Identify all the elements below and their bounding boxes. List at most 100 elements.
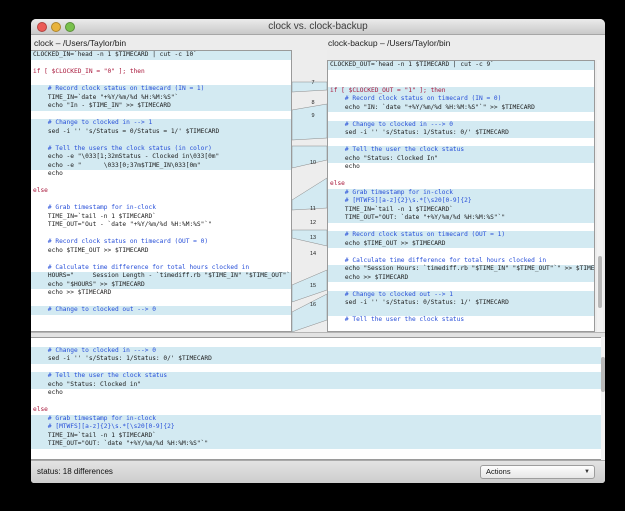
diff-marker[interactable]: 12 <box>302 220 324 227</box>
code-line: # Tell the user the clock status <box>31 372 601 381</box>
right-file-pane[interactable]: CLOCKED_OUT=`head -n 1 $TIMECARD | cut -… <box>327 60 595 332</box>
scrollbar-thumb[interactable] <box>598 256 602 308</box>
code-line: # Grab timestamp for in-clock <box>328 188 594 197</box>
code-line: else <box>33 406 48 413</box>
diff-marker[interactable]: 16 <box>302 302 324 309</box>
code-line: echo $TIME_OUT >> $TIMECARD <box>328 239 594 248</box>
code-line: sed -i '' 's/Status: 1/Status: 0/' $TIME… <box>328 129 594 138</box>
code-line: sed -i '' 's/Status = 0/Status = 1/' $TI… <box>31 127 291 136</box>
code-line: # Change to clocked out --> 1 <box>328 290 594 299</box>
code-line: CLOCKED_IN=`head -n 1 $TIMECARD | cut -c… <box>31 51 291 60</box>
code-line: TIME_IN=`tail -n 1 $TIMECARD` <box>33 212 156 220</box>
right-pane-scrollbar[interactable] <box>597 60 603 332</box>
merge-pane-scrollbar[interactable] <box>601 337 605 460</box>
diff-connector-gutter: 7 8 9 10 11 12 13 14 15 16 <box>292 50 327 332</box>
right-file-path: clock-backup – /Users/Taylor/bin <box>328 38 451 48</box>
left-file-pane[interactable]: CLOCKED_IN=`head -n 1 $TIMECARD | cut -c… <box>31 50 292 332</box>
diff-marker[interactable]: 7 <box>302 80 324 87</box>
title-bar[interactable]: clock vs. clock-backup <box>31 19 605 35</box>
diff-marker[interactable]: 15 <box>302 283 324 290</box>
code-line <box>328 307 594 316</box>
code-line: # Change to clocked in --> 1 <box>31 119 291 128</box>
code-line: echo <box>33 170 63 177</box>
code-line: # [MTWFS][a-z]{2}\s.*[\s20[0-9]{2} <box>328 197 594 206</box>
code-line: # Change to clocked in ---> 0 <box>328 120 594 129</box>
diff-marker[interactable]: 11 <box>302 206 324 213</box>
code-line: echo "IN: `date "+%Y/%m/%d %H:%M:%S"`" >… <box>328 103 594 112</box>
code-line: # Tell the users the clock status (in co… <box>31 144 291 153</box>
code-line: if [ $CLOCKED_IN = "0" ]; then <box>33 68 145 75</box>
code-line: # Tell the user the clock status <box>330 316 465 323</box>
chevron-down-icon: ▼ <box>584 469 590 475</box>
code-line: # Record clock status on timecard (IN = … <box>328 95 594 104</box>
code-line: echo >> $TIMECARD <box>33 289 112 296</box>
code-line: echo "Status: Clocked In" <box>328 154 594 163</box>
actions-popup-button[interactable]: Actions ▼ <box>480 465 595 479</box>
code-line: echo -e " \033[0;37m$TIME_IN\033[0m" <box>31 161 291 170</box>
code-line: TIME_IN=`tail -n 1 $TIMECARD` <box>328 205 594 214</box>
code-line: # Grab timestamp for in-clock <box>31 414 601 423</box>
code-line: # Calculate time difference for total ho… <box>330 256 547 264</box>
diff-marker[interactable]: 8 <box>302 100 324 107</box>
code-line: echo <box>33 389 63 396</box>
code-line: # Calculate time difference for total ho… <box>33 263 250 271</box>
code-line: else <box>330 180 345 187</box>
code-line: TIME_IN=`date "+%Y/%m/%d %H:%M:%S"` <box>31 93 291 102</box>
code-line: echo "Session Hours: `timediff.rb "$TIME… <box>328 265 595 274</box>
code-line: echo >> $TIMECARD <box>328 273 594 282</box>
diff-marker[interactable]: 10 <box>302 160 324 167</box>
left-file-path: clock – /Users/Taylor/bin <box>34 38 127 48</box>
code-line: HOURS=" Session Length - `timediff.rb "$… <box>31 272 292 281</box>
merge-output-pane[interactable]: # Change to clocked in ---> 0 sed -i '' … <box>31 337 601 460</box>
diff-marker[interactable]: 9 <box>302 113 324 120</box>
diff-marker[interactable]: 13 <box>302 235 324 242</box>
code-line: else <box>33 187 48 194</box>
code-line: # [MTWFS][a-z]{2}\s.*[\s20[0-9]{2} <box>31 423 601 432</box>
status-bar: status: 18 differences Actions ▼ <box>31 460 605 483</box>
scrollbar-thumb[interactable] <box>601 357 605 392</box>
filemerge-window: clock vs. clock-backup clock – /Users/Ta… <box>31 19 605 483</box>
code-line: # Change to clocked out --> 0 <box>31 306 291 315</box>
code-line: # Grab timestamp for in-clock <box>33 204 156 211</box>
code-line: TIME_OUT="OUT: `date "+%Y/%m/%d %H:%M:%S… <box>31 440 601 449</box>
code-line: CLOCKED_OUT=`head -n 1 $TIMECARD | cut -… <box>328 61 594 70</box>
path-bar: clock – /Users/Taylor/bin clock-backup –… <box>31 36 605 50</box>
code-line: echo $TIME_OUT >> $TIMECARD <box>33 246 149 254</box>
code-line: # Change to clocked in ---> 0 <box>31 346 601 355</box>
differences-status: status: 18 differences <box>37 467 113 476</box>
code-line: echo "In - $TIME_IN" >> $TIMECARD <box>31 102 291 111</box>
code-line: sed -i '' 's/Status: 0/Status: 1/' $TIME… <box>328 299 594 308</box>
code-line: # Tell the user the clock status <box>328 146 594 155</box>
code-line: TIME_OUT="OUT: `date "+%Y/%m/%d %H:%M:%S… <box>328 214 594 223</box>
code-line <box>31 136 291 145</box>
code-line: # Record clock status on timecard (OUT =… <box>33 238 209 245</box>
code-line: # Record clock status on timecard (IN = … <box>31 85 291 94</box>
actions-label: Actions <box>486 467 511 476</box>
code-line: TIME_IN=`tail -n 1 $TIMECARD` <box>31 431 601 440</box>
code-line: echo "Status: Clocked in" <box>31 380 601 389</box>
window-title: clock vs. clock-backup <box>268 21 368 32</box>
code-line: if [ $CLOCKED_OUT = "1" ]; then <box>328 86 594 95</box>
code-line: TIME_OUT="Out - `date "+%Y/%m/%d %H:%M:%… <box>33 221 212 228</box>
diff-marker[interactable]: 14 <box>302 251 324 258</box>
